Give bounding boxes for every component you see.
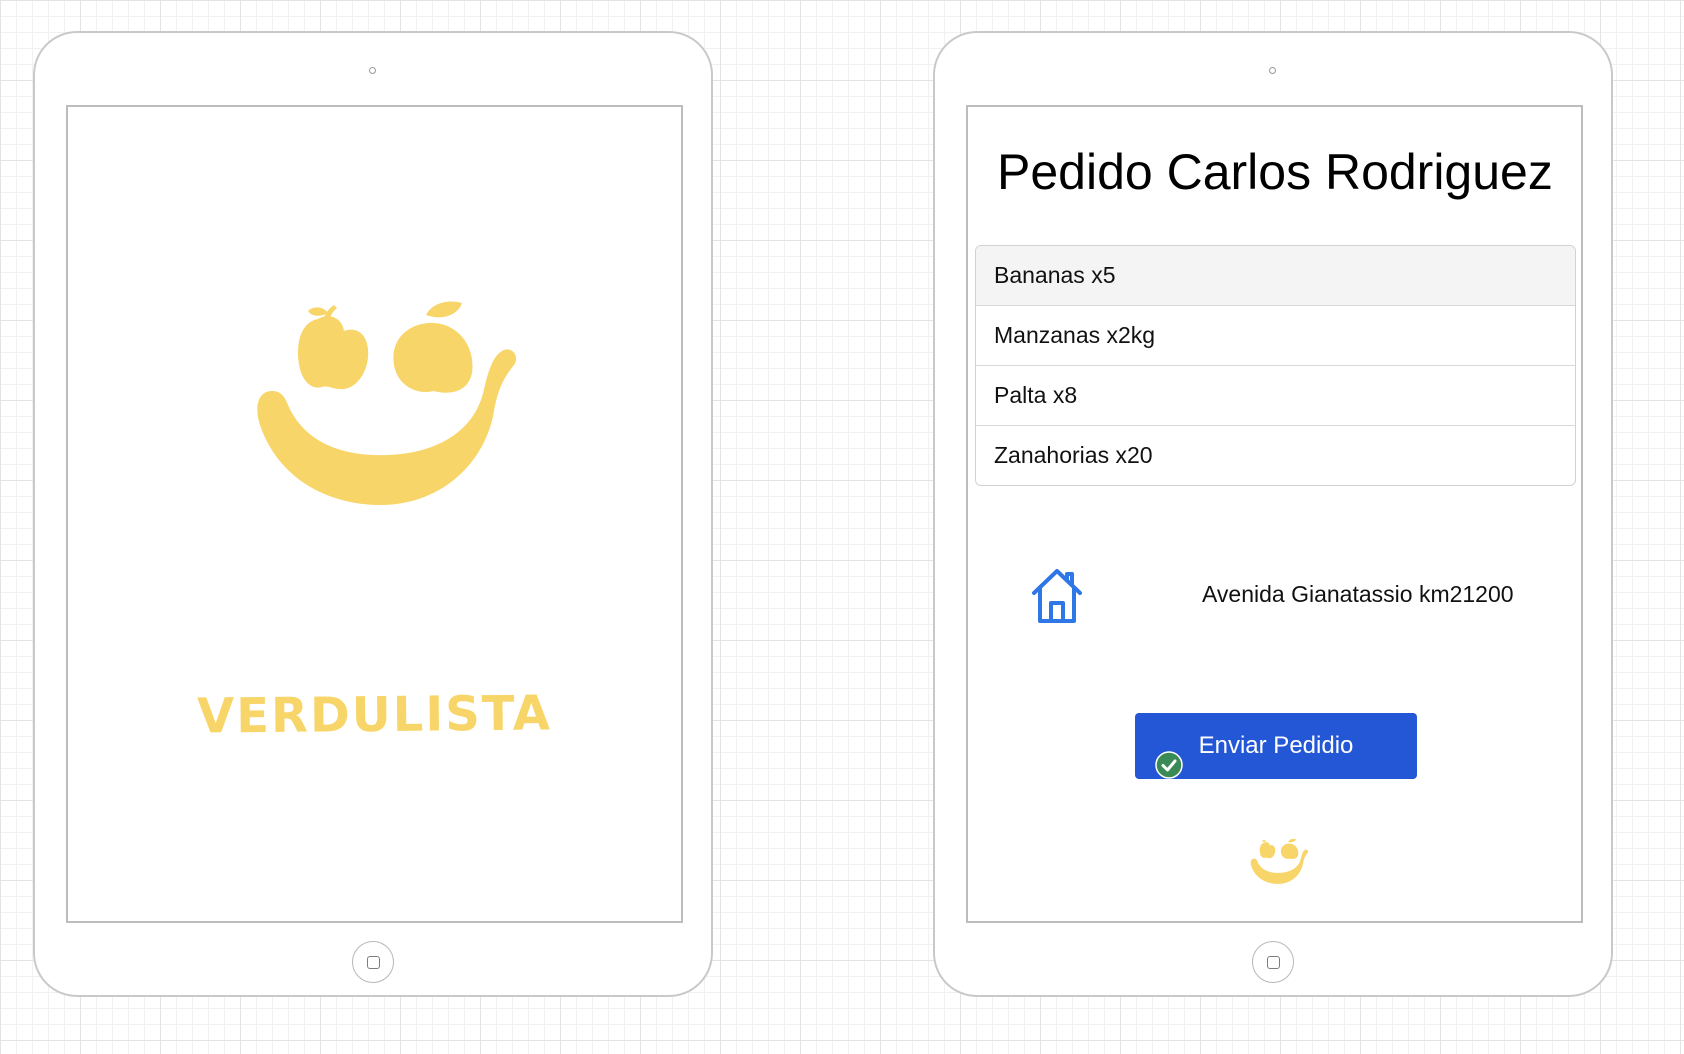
list-item[interactable]: Palta x8 [976, 365, 1575, 425]
fruit-smiley-icon [257, 301, 516, 506]
camera-dot [369, 67, 376, 74]
address-text: Avenida Gianatassio km21200 [1202, 581, 1514, 607]
brand-name: VERDULISTA [196, 685, 553, 745]
check-circle-icon [1155, 751, 1183, 779]
home-button[interactable] [352, 941, 394, 983]
tablet-frame-splash: VERDULISTA [33, 31, 713, 997]
send-order-button[interactable]: Enviar Pedidio [1135, 713, 1417, 779]
page-title: Pedido Carlos Rodriguez [997, 144, 1553, 200]
address-row: Avenida Gianatassio km21200 [1030, 559, 1550, 629]
home-button-glyph [1266, 955, 1280, 969]
camera-dot [1269, 67, 1276, 74]
list-item[interactable]: Manzanas x2kg [976, 305, 1575, 365]
fruit-smiley-icon [1250, 838, 1308, 884]
home-button[interactable] [1252, 941, 1294, 983]
order-item-list: Bananas x5 Manzanas x2kg Palta x8 Zanaho… [975, 245, 1576, 486]
tablet-frame-order: Pedido Carlos Rodriguez Bananas x5 Manza… [933, 31, 1613, 997]
list-item[interactable]: Bananas x5 [976, 246, 1575, 305]
list-item[interactable]: Zanahorias x20 [976, 425, 1575, 485]
splash-screen: VERDULISTA [66, 105, 683, 923]
home-button-glyph [366, 955, 380, 969]
house-icon [1032, 569, 1082, 623]
order-screen: Pedido Carlos Rodriguez Bananas x5 Manza… [966, 105, 1583, 923]
